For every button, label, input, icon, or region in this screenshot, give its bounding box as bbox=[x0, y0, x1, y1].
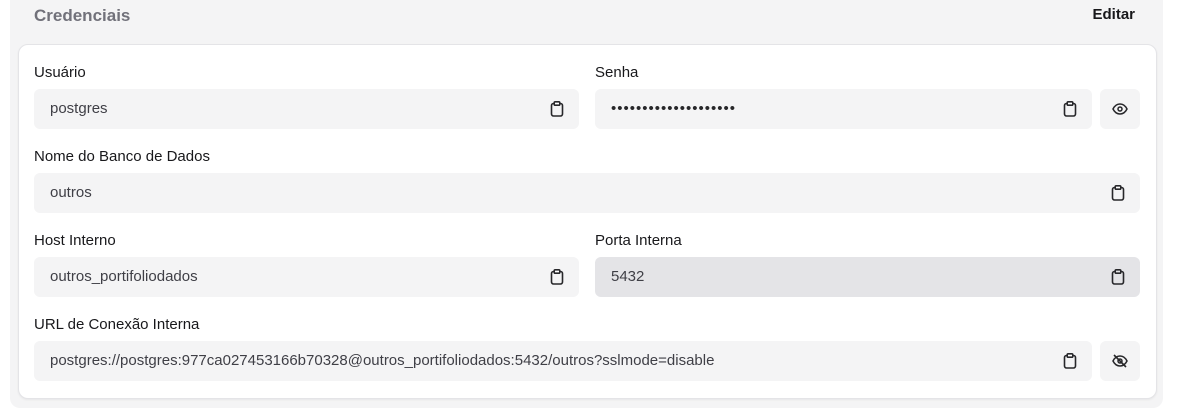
url-label: URL de Conexão Interna bbox=[34, 316, 200, 333]
clipboard-icon bbox=[550, 269, 564, 285]
copy-url-button[interactable] bbox=[1058, 349, 1082, 373]
eye-off-icon bbox=[1112, 354, 1128, 368]
copy-host-button[interactable] bbox=[545, 265, 569, 289]
user-label: Usuário bbox=[34, 64, 86, 81]
database-field[interactable]: outros bbox=[34, 173, 1140, 213]
password-value: •••••••••••••••••••• bbox=[611, 100, 737, 117]
url-field[interactable]: postgres://postgres:977ca027453166b70328… bbox=[34, 341, 1092, 381]
copy-database-button[interactable] bbox=[1106, 181, 1130, 205]
clipboard-icon bbox=[1063, 353, 1077, 369]
toggle-password-visibility-button[interactable] bbox=[1100, 89, 1140, 129]
copy-port-button[interactable] bbox=[1106, 265, 1130, 289]
clipboard-icon bbox=[1063, 101, 1077, 117]
user-value: postgres bbox=[50, 100, 108, 117]
credentials-section: Credenciais Editar Usuário postgres Senh… bbox=[10, 0, 1163, 408]
database-value: outros bbox=[50, 184, 92, 201]
host-value: outros_portifoliodados bbox=[50, 268, 198, 285]
clipboard-icon bbox=[1111, 185, 1125, 201]
port-label: Porta Interna bbox=[595, 232, 682, 249]
port-field[interactable]: 5432 bbox=[595, 257, 1140, 297]
copy-password-button[interactable] bbox=[1058, 97, 1082, 121]
password-label: Senha bbox=[595, 64, 639, 81]
copy-user-button[interactable] bbox=[545, 97, 569, 121]
clipboard-icon bbox=[550, 101, 564, 117]
clipboard-icon bbox=[1111, 269, 1125, 285]
section-title: Credenciais bbox=[34, 6, 131, 25]
database-label: Nome do Banco de Dados bbox=[34, 148, 210, 165]
password-field[interactable]: •••••••••••••••••••• bbox=[595, 89, 1092, 129]
user-field[interactable]: postgres bbox=[34, 89, 579, 129]
edit-button[interactable]: Editar bbox=[1092, 6, 1135, 23]
credentials-card: Usuário postgres Senha •••••••••••••••••… bbox=[18, 44, 1157, 399]
eye-icon bbox=[1112, 103, 1128, 115]
toggle-url-visibility-button[interactable] bbox=[1100, 341, 1140, 381]
port-value: 5432 bbox=[611, 268, 645, 285]
host-field[interactable]: outros_portifoliodados bbox=[34, 257, 579, 297]
url-value: postgres://postgres:977ca027453166b70328… bbox=[50, 352, 715, 369]
host-label: Host Interno bbox=[34, 232, 116, 249]
